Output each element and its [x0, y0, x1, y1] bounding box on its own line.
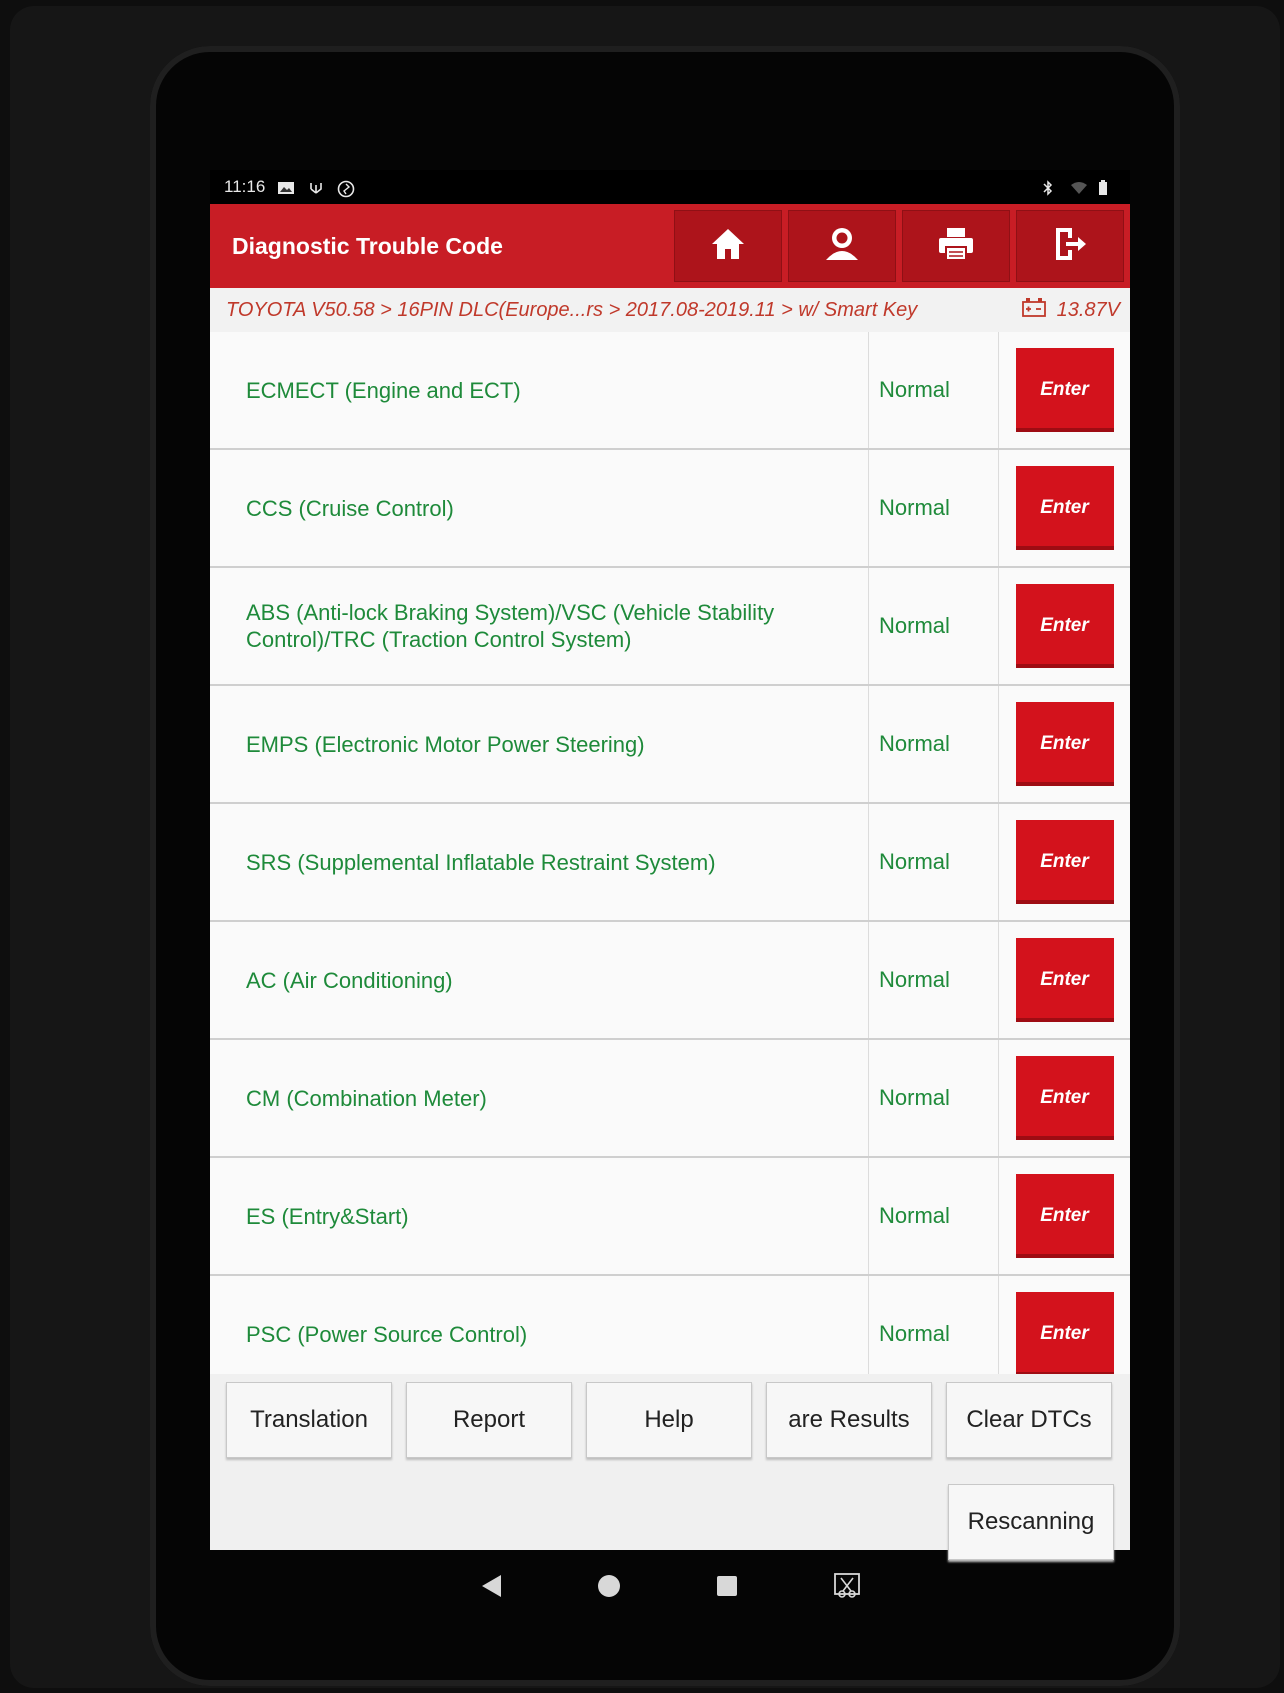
- action-bar: Translation Report Help are Results Clea…: [210, 1374, 1130, 1560]
- system-name: ES (Entry&Start): [246, 1203, 409, 1229]
- system-row: ABS (Anti-lock Braking System)/VSC (Vehi…: [210, 568, 1130, 686]
- exit-icon: [1052, 226, 1088, 267]
- system-row: CCS (Cruise Control) Normal Enter: [210, 450, 1130, 568]
- battery-voltage: 13.87V: [1056, 298, 1120, 321]
- system-row: AC (Air Conditioning) Normal Enter: [210, 922, 1130, 1040]
- system-row: PSC (Power Source Control) Normal Enter: [210, 1276, 1130, 1374]
- vehicle-connection-icon: [337, 180, 355, 198]
- home-icon: [710, 227, 746, 266]
- user-button[interactable]: [788, 210, 896, 282]
- system-name: ECMECT (Engine and ECT): [246, 377, 521, 403]
- system-name: CCS (Cruise Control): [246, 495, 454, 521]
- system-status: Normal: [868, 1040, 998, 1156]
- system-name: EMPS (Electronic Motor Power Steering): [246, 731, 645, 757]
- system-name: ABS (Anti-lock Braking System)/VSC (Vehi…: [246, 600, 775, 652]
- android-nav-bar: [210, 1558, 1130, 1618]
- status-bar: 11:16: [210, 170, 1130, 204]
- system-status: Normal: [868, 922, 998, 1038]
- enter-button[interactable]: Enter: [1015, 466, 1114, 550]
- screenshot-icon[interactable]: [833, 1572, 861, 1605]
- system-list[interactable]: ECMECT (Engine and ECT) Normal Enter CCS…: [210, 332, 1130, 1374]
- exit-button[interactable]: [1016, 210, 1124, 282]
- print-icon: [937, 226, 975, 267]
- system-name: AC (Air Conditioning): [246, 967, 453, 993]
- system-row: SRS (Supplemental Inflatable Restraint S…: [210, 804, 1130, 922]
- home-nav-icon[interactable]: [597, 1574, 621, 1603]
- enter-button[interactable]: Enter: [1015, 1056, 1114, 1140]
- enter-button[interactable]: Enter: [1015, 938, 1114, 1022]
- enter-button[interactable]: Enter: [1015, 820, 1114, 904]
- breadcrumb-path: TOYOTA V50.58 > 16PIN DLC(Europe...rs > …: [226, 298, 918, 321]
- print-button[interactable]: [902, 210, 1010, 282]
- enter-button[interactable]: Enter: [1015, 584, 1114, 668]
- system-status: Normal: [868, 1276, 998, 1374]
- system-status: Normal: [868, 804, 998, 920]
- bluetooth-icon: [1042, 180, 1060, 196]
- rescanning-button[interactable]: Rescanning: [948, 1484, 1114, 1560]
- back-icon[interactable]: [479, 1573, 503, 1604]
- system-row: ES (Entry&Start) Normal Enter: [210, 1158, 1130, 1276]
- system-status: Normal: [868, 568, 998, 684]
- battery-icon: [1098, 180, 1116, 195]
- enter-button[interactable]: Enter: [1015, 702, 1114, 786]
- home-button[interactable]: [674, 210, 782, 282]
- system-name: SRS (Supplemental Inflatable Restraint S…: [246, 849, 716, 875]
- system-status: Normal: [868, 1158, 998, 1274]
- system-name: PSC (Power Source Control): [246, 1321, 528, 1347]
- system-row: ECMECT (Engine and ECT) Normal Enter: [210, 332, 1130, 450]
- clear-dtcs-button[interactable]: Clear DTCs: [946, 1382, 1112, 1458]
- recents-icon[interactable]: [715, 1574, 739, 1603]
- wifi-icon: [1070, 180, 1088, 194]
- battery-voltage-icon: [1021, 297, 1047, 323]
- breadcrumb: TOYOTA V50.58 > 16PIN DLC(Europe...rs > …: [210, 288, 1130, 332]
- app-header: Diagnostic Trouble Code: [210, 204, 1130, 288]
- system-row: CM (Combination Meter) Normal Enter: [210, 1040, 1130, 1158]
- report-button[interactable]: Report: [406, 1382, 572, 1458]
- page-title: Diagnostic Trouble Code: [232, 232, 503, 259]
- system-status: Normal: [868, 450, 998, 566]
- enter-button[interactable]: Enter: [1015, 1174, 1114, 1258]
- enter-button[interactable]: Enter: [1015, 348, 1114, 432]
- device-screen: 11:16 Diagnostic Trouble Code TOYOTA V50…: [210, 170, 1130, 1560]
- gallery-icon: [277, 180, 295, 194]
- compare-results-button[interactable]: are Results: [766, 1382, 932, 1458]
- status-time: 11:16: [224, 177, 266, 196]
- usb-debug-icon: [307, 180, 325, 194]
- user-icon: [823, 226, 861, 267]
- system-name: CM (Combination Meter): [246, 1085, 487, 1111]
- help-button[interactable]: Help: [586, 1382, 752, 1458]
- system-status: Normal: [868, 332, 998, 448]
- system-status: Normal: [868, 686, 998, 802]
- translation-button[interactable]: Translation: [226, 1382, 392, 1458]
- system-row: EMPS (Electronic Motor Power Steering) N…: [210, 686, 1130, 804]
- enter-button[interactable]: Enter: [1015, 1292, 1114, 1374]
